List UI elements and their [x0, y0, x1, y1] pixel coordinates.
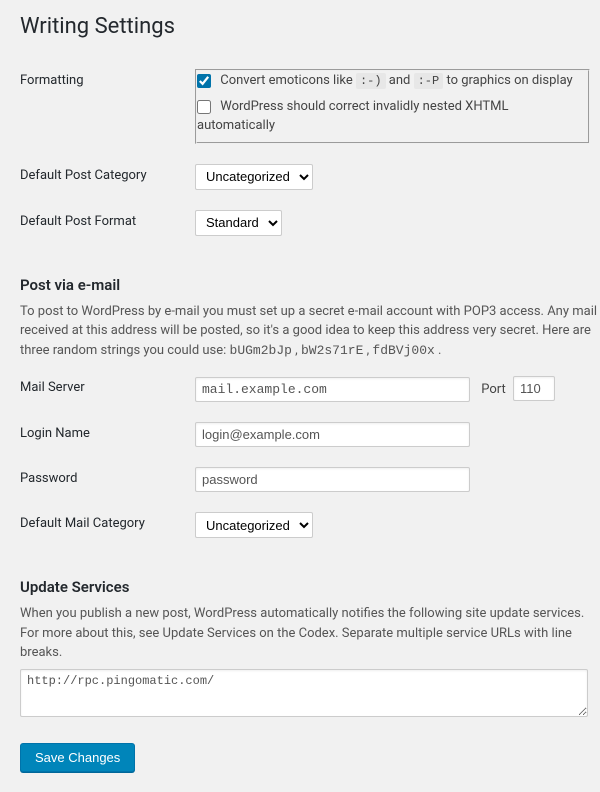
default-post-category-label: Default Post Category	[20, 154, 195, 200]
update-services-desc: When you publish a new post, WordPress a…	[20, 604, 600, 663]
save-changes-button[interactable]: Save Changes	[20, 743, 135, 772]
correct-xhtml-label[interactable]: WordPress should correct invalidly neste…	[197, 97, 588, 136]
update-services-heading: Update Services	[20, 578, 600, 596]
page-title: Writing Settings	[20, 14, 600, 39]
password-input[interactable]	[195, 467, 470, 492]
convert-emoticons-checkbox[interactable]	[197, 74, 211, 88]
mail-server-label: Mail Server	[20, 366, 195, 412]
login-name-input[interactable]	[195, 422, 470, 447]
emoticon-code-1: :-)	[356, 73, 386, 89]
random-string-3: fdBVj00x	[372, 343, 434, 358]
post-via-email-heading: Post via e-mail	[20, 276, 600, 294]
password-label: Password	[20, 457, 195, 502]
formatting-label: Formatting	[20, 59, 195, 154]
random-string-2: bW2s71rE	[301, 343, 363, 358]
default-post-format-select[interactable]: Standard	[195, 210, 282, 236]
emoticon-code-2: :-P	[414, 73, 444, 89]
cb1-text-after: to graphics on display	[443, 73, 572, 88]
cb1-text-before: Convert emoticons like	[220, 73, 356, 88]
cb2-text: WordPress should correct invalidly neste…	[197, 99, 509, 134]
port-label: Port	[481, 382, 506, 397]
default-post-category-select[interactable]: Uncategorized	[195, 164, 313, 190]
login-name-label: Login Name	[20, 412, 195, 457]
random-string-1: bUGm2bJp	[230, 343, 292, 358]
update-services-textarea[interactable]	[20, 669, 588, 717]
convert-emoticons-label[interactable]: Convert emoticons like :-) and :-P to gr…	[197, 71, 588, 91]
correct-xhtml-checkbox[interactable]	[197, 100, 211, 114]
default-mail-category-label: Default Mail Category	[20, 502, 195, 548]
default-post-format-label: Default Post Format	[20, 200, 195, 246]
post-via-email-desc: To post to WordPress by e-mail you must …	[20, 302, 600, 361]
mail-server-port-input[interactable]	[513, 376, 555, 401]
mail-server-input[interactable]	[195, 377, 470, 402]
cb1-text-mid: and	[386, 73, 414, 88]
default-mail-category-select[interactable]: Uncategorized	[195, 512, 313, 538]
